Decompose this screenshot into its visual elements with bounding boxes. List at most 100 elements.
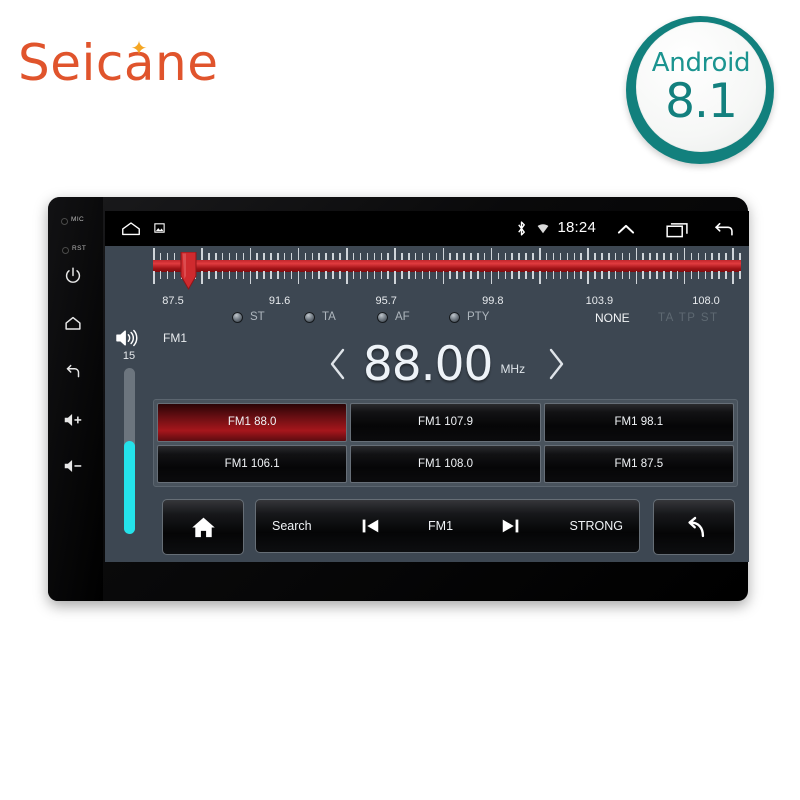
scale-tick: [587, 271, 589, 284]
scale-tick: [732, 271, 734, 284]
scale-tick: [739, 271, 741, 279]
scale-tick: [236, 271, 238, 279]
skip-previous-icon[interactable]: [359, 515, 381, 537]
home-icon[interactable]: [120, 220, 142, 237]
scale-tick: [567, 271, 569, 279]
scale-tick: [491, 271, 493, 284]
android-status-bar: 18:24: [105, 211, 749, 246]
power-icon[interactable]: [62, 265, 84, 287]
scale-tick: [636, 271, 638, 284]
volume-up-icon[interactable]: [62, 409, 84, 431]
rds-label: PTY: [467, 311, 489, 323]
device-left-bezel: MIC RST: [48, 197, 103, 601]
scale-tick: [160, 271, 162, 279]
scale-tick: [243, 271, 245, 279]
scale-tick: [698, 271, 700, 279]
scale-tick: [498, 271, 500, 279]
band-button[interactable]: FM1: [428, 519, 453, 533]
scale-tick: [353, 271, 355, 279]
back-icon[interactable]: [62, 361, 84, 383]
rds-dim-flags: TA TP ST: [658, 312, 719, 324]
scale-tick: [215, 271, 217, 279]
scale-tick: [456, 271, 458, 279]
scale-tick: [250, 271, 252, 284]
signal-strength-button[interactable]: STRONG: [569, 519, 622, 533]
tuning-pointer[interactable]: [180, 252, 197, 290]
preset-button[interactable]: FM1 98.1: [544, 403, 734, 442]
back-icon[interactable]: [711, 222, 735, 238]
car-stereo-device: MIC RST: [48, 197, 748, 601]
skip-next-icon[interactable]: [500, 515, 522, 537]
rds-toggle-ta[interactable]: TA: [304, 311, 336, 323]
scale-label: 103.9: [586, 295, 614, 307]
scale-tick: [677, 271, 679, 279]
android-version-badge: Android 8.1: [626, 16, 774, 164]
page-root: Seicane ✦ Android 8.1 MIC RST: [0, 0, 800, 800]
led-indicator-icon: [377, 312, 388, 323]
scale-label: 91.6: [269, 295, 290, 307]
recents-icon[interactable]: [666, 222, 689, 238]
home-icon[interactable]: [62, 313, 84, 335]
brand-logo: Seicane: [18, 38, 218, 88]
scale-tick: [518, 271, 520, 279]
search-button[interactable]: Search: [272, 519, 312, 533]
scale-tick: [381, 271, 383, 279]
preset-button[interactable]: FM1 88.0: [157, 403, 347, 442]
scale-tick: [622, 271, 624, 279]
preset-button[interactable]: FM1 106.1: [157, 445, 347, 484]
scale-tick: [318, 271, 320, 279]
volume-down-icon[interactable]: [62, 455, 84, 477]
scale-tick: [422, 271, 424, 279]
bottom-control-bar: Search FM1: [105, 495, 749, 562]
preset-grid: FM1 88.0FM1 107.9FM1 98.1 FM1 106.1FM1 10…: [153, 399, 738, 487]
led-indicator-icon: [232, 312, 243, 323]
rds-toggle-pty[interactable]: PTY: [449, 311, 489, 323]
back-button[interactable]: [653, 499, 735, 555]
chevron-left-icon[interactable]: [325, 344, 351, 384]
preset-button[interactable]: FM1 87.5: [544, 445, 734, 484]
screenshot-icon[interactable]: [154, 223, 165, 233]
rds-label: AF: [395, 311, 410, 323]
scale-tick: [408, 271, 410, 279]
home-button[interactable]: [162, 499, 244, 555]
mic-hole: [61, 218, 68, 225]
scale-tick: [325, 271, 327, 279]
scale-tick: [663, 271, 665, 279]
scale-tick: [711, 271, 713, 279]
scale-label: 87.5: [162, 295, 183, 307]
mic-label: MIC: [71, 216, 84, 223]
reset-hole[interactable]: [62, 247, 69, 254]
scale-tick: [546, 271, 548, 279]
scale-tick: [443, 271, 445, 284]
scale-tick: [615, 271, 617, 279]
preset-button[interactable]: FM1 107.9: [350, 403, 540, 442]
scale-tick: [291, 271, 293, 279]
scale-tick: [477, 271, 479, 279]
scale-tick: [256, 271, 258, 279]
scale-tick: [174, 271, 176, 279]
scale-tick: [332, 271, 334, 279]
scale-tick: [463, 271, 465, 279]
rds-label: TA: [322, 311, 336, 323]
scale-tick: [725, 271, 727, 279]
chevron-right-icon[interactable]: [543, 344, 569, 384]
volume-value: 15: [105, 350, 153, 362]
rds-label: ST: [250, 311, 265, 323]
rds-toggle-st[interactable]: ST: [232, 311, 265, 323]
scale-tick: [305, 271, 307, 279]
rds-toggle-af[interactable]: AF: [377, 311, 410, 323]
scale-tick: [401, 271, 403, 279]
chevron-up-icon[interactable]: [615, 221, 637, 237]
scale-tick: [553, 271, 555, 279]
scale-tick: [649, 271, 651, 279]
tuning-scale[interactable]: 87.591.695.799.8103.9108.0: [153, 248, 741, 296]
led-indicator-icon: [449, 312, 460, 323]
scale-tick: [642, 271, 644, 279]
scale-tick: [367, 271, 369, 279]
bluetooth-icon: [516, 220, 527, 237]
scale-tick: [594, 271, 596, 279]
scale-tick: [374, 271, 376, 279]
preset-button[interactable]: FM1 108.0: [350, 445, 540, 484]
scale-tick: [574, 271, 576, 279]
scale-label: 108.0: [692, 295, 720, 307]
